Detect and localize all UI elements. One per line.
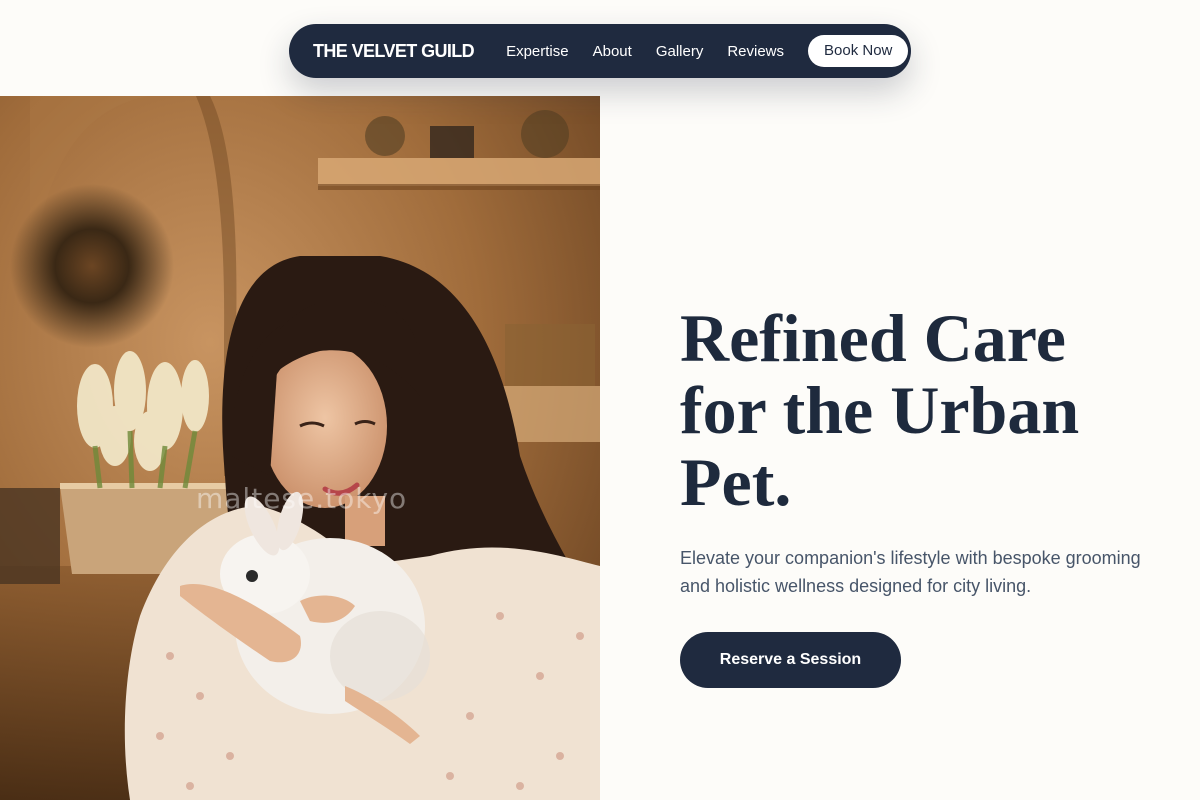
top-nav: THE VELVET GUILD Expertise About Gallery… bbox=[289, 24, 911, 78]
book-now-button[interactable]: Book Now bbox=[808, 35, 909, 67]
reserve-session-button[interactable]: Reserve a Session bbox=[680, 632, 901, 688]
hero-photo: maltese.tokyo bbox=[0, 96, 600, 800]
nav-link-gallery[interactable]: Gallery bbox=[656, 43, 704, 60]
nav-link-reviews[interactable]: Reviews bbox=[727, 43, 784, 60]
hero-headline: Refined Care for the Urban Pet. bbox=[680, 300, 1080, 520]
nav-link-expertise[interactable]: Expertise bbox=[506, 43, 569, 60]
image-watermark: maltese.tokyo bbox=[196, 482, 408, 515]
hero-photo-illustration bbox=[0, 96, 600, 800]
hero-subtext: Elevate your companion's lifestyle with … bbox=[680, 548, 1141, 596]
nav-link-about[interactable]: About bbox=[593, 43, 632, 60]
brand-logo[interactable]: THE VELVET GUILD bbox=[313, 41, 475, 62]
